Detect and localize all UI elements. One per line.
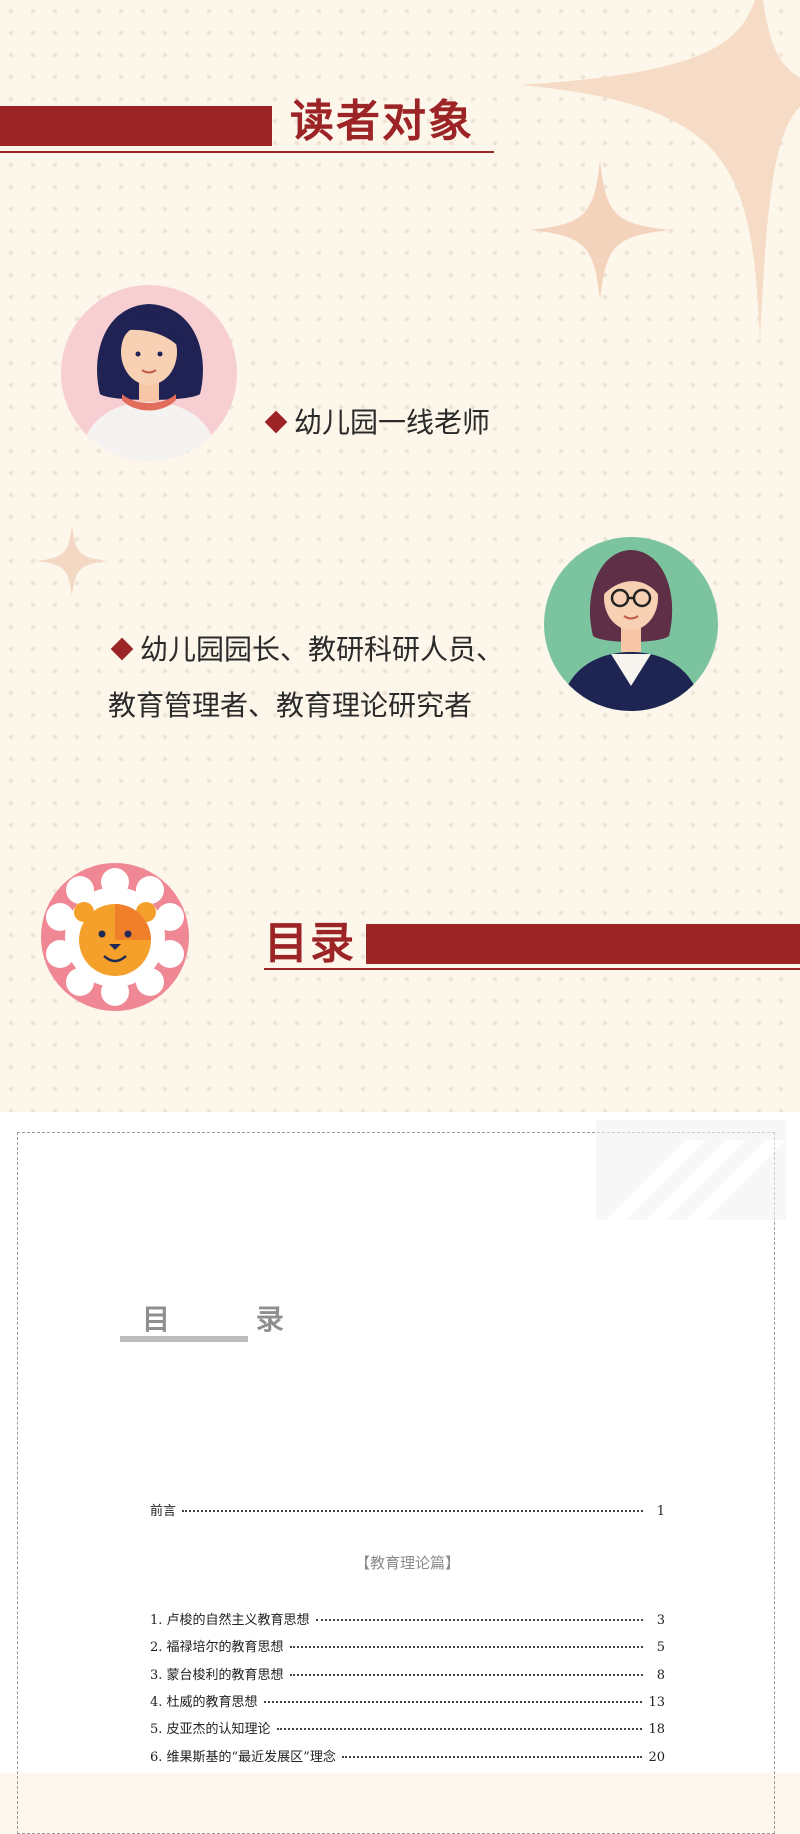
stripe-decoration (596, 1120, 786, 1220)
audience-title-bar (0, 106, 272, 146)
sparkle-star-icon (530, 160, 670, 300)
audience-item-teachers: 幼儿园一线老师 (262, 395, 490, 451)
audience-title: 读者对象 (290, 96, 474, 147)
lion-badge-icon (41, 863, 189, 1011)
teacher-avatar-icon (544, 537, 718, 711)
toc-row[interactable]: 1. 卢梭的自然主义教育思想 3 (150, 1609, 665, 1631)
contents-title-bar (366, 924, 800, 964)
toc-row-preface[interactable]: 前言 1 (150, 1500, 665, 1522)
diamond-bullet-icon (110, 637, 134, 661)
toc-row[interactable]: 6. 维果斯基的“最近发展区”理念 20 (150, 1746, 665, 1768)
toc-row[interactable]: 5. 皮亚杰的认知理论 18 (150, 1718, 665, 1740)
toc-title-rule (120, 1336, 248, 1342)
audience-section: 读者对象 幼儿园一线老师 幼儿园园长、教研科研人员、 教育管理者、教育理论研究者… (0, 0, 800, 1112)
toc-row[interactable]: 2. 福禄培尔的教育思想 5 (150, 1636, 665, 1658)
toc-section-heading: 【教育理论篇】 (354, 1554, 460, 1572)
contents-title-underline (264, 968, 800, 970)
audience-title-underline (0, 151, 494, 153)
sparkle-star-icon (36, 525, 108, 597)
contents-heading: 目录 (264, 918, 356, 969)
toc-page: 目 录 前言 1 【教育理论篇】 1. 卢梭的自然主义教育思想 3 2. 福禄培尔… (0, 1112, 800, 1834)
toc-row[interactable]: 3. 蒙台梭利的教育思想 8 (150, 1664, 665, 1686)
audience-item-managers: 幼儿园园长、教研科研人员、 教育管理者、教育理论研究者 (108, 633, 505, 722)
toc-title: 目 录 (142, 1303, 322, 1336)
woman-avatar-icon (61, 285, 237, 461)
diamond-bullet-icon (264, 410, 288, 434)
toc-row[interactable]: 4. 杜威的教育思想 13 (150, 1691, 665, 1713)
